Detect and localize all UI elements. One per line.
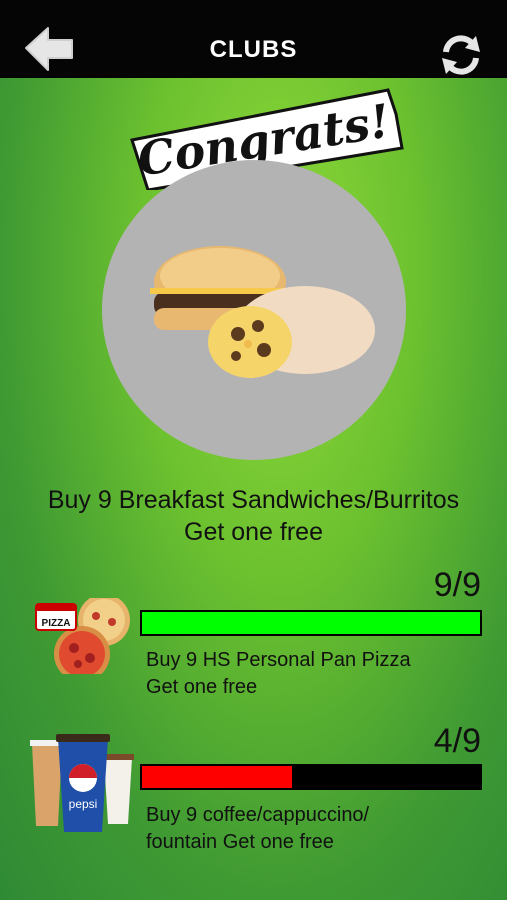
pizza-thumbnail: PIZZA — [35, 598, 130, 674]
drinks-thumbnail: pepsi — [30, 734, 134, 832]
svg-text:pepsi: pepsi — [69, 797, 98, 811]
top-bar: CLUBS — [0, 0, 507, 78]
svg-text:PIZZA: PIZZA — [42, 618, 71, 629]
club-description-line1: Buy 9 coffee/cappuccino/ — [146, 804, 370, 826]
club-progress-fill — [142, 766, 292, 788]
club-description-line2: Get one free — [146, 676, 258, 698]
club-score: 9/9 — [433, 566, 481, 604]
hero-description-line1: Buy 9 Breakfast Sandwiches/Burritos — [47, 486, 460, 514]
breakfast-food-image — [150, 246, 375, 378]
hero-description-line2: Get one free — [184, 518, 323, 546]
club-description-line1: Buy 9 HS Personal Pan Pizza — [146, 649, 411, 671]
club-description: Buy 9 HS Personal Pan Pizza Get one free — [146, 647, 411, 701]
club-progress-bar — [140, 764, 482, 790]
club-description: Buy 9 coffee/cappuccino/ fountain Get on… — [146, 802, 369, 856]
page-title: CLUBS — [209, 36, 298, 63]
club-progress-fill — [142, 612, 480, 634]
refresh-icon[interactable] — [438, 32, 484, 78]
club-description-line2: fountain Get one free — [146, 831, 334, 853]
club-score: 4/9 — [433, 722, 481, 760]
club-progress-bar — [140, 610, 482, 636]
hero-description: Buy 9 Breakfast Sandwiches/Burritos Get … — [0, 484, 507, 548]
